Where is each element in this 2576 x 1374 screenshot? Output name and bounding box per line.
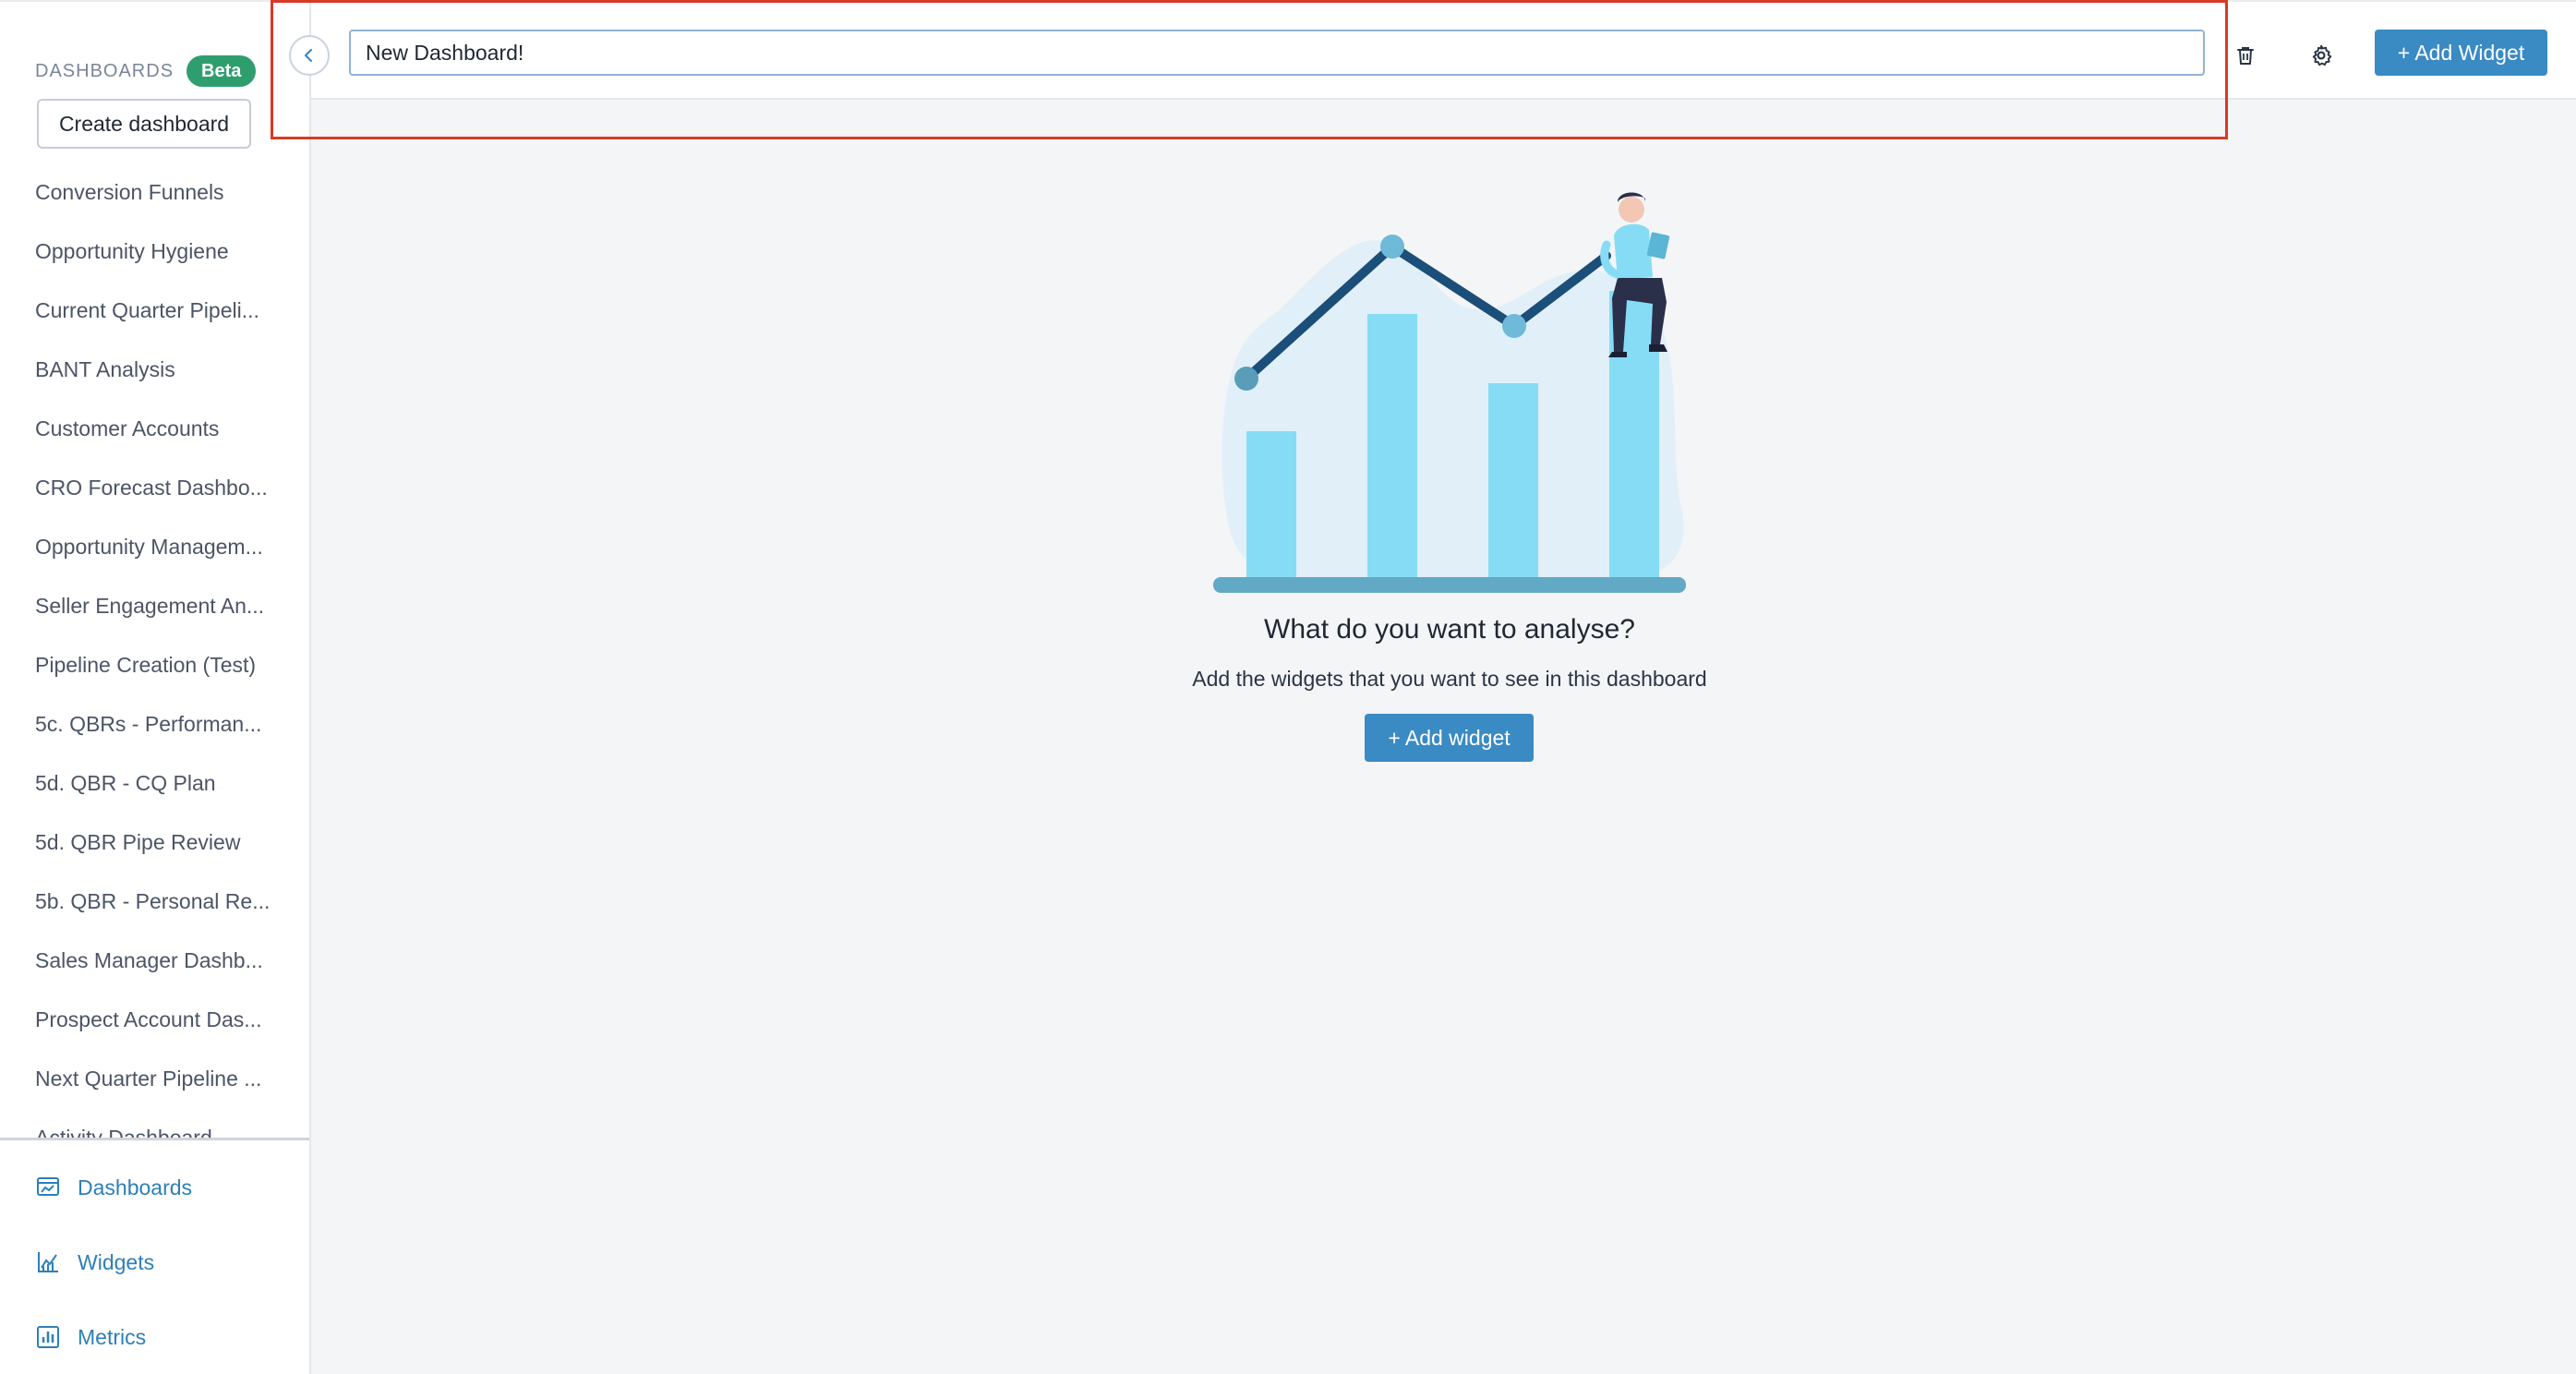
dashboard-list-item[interactable]: Opportunity Managem... [0, 517, 309, 576]
dashboard-list-item[interactable]: 5b. QBR - Personal Re... [0, 872, 309, 931]
trash-icon [2237, 47, 2254, 65]
dashboard-list-item[interactable]: Pipeline Creation (Test) [0, 635, 309, 694]
create-dashboard-button[interactable]: Create dashboard [37, 99, 251, 149]
empty-dashboard-illustration [1213, 192, 1686, 593]
dashboard-list-item[interactable]: Seller Engagement An... [0, 576, 309, 635]
delete-dashboard-button[interactable] [2225, 35, 2266, 76]
sidebar-header: DASHBOARDS Beta [35, 55, 257, 87]
nav-widgets[interactable]: Widgets [35, 1249, 154, 1275]
dashboard-settings-button[interactable] [2301, 35, 2341, 76]
gear-icon [2312, 44, 2332, 66]
collapse-sidebar-button[interactable] [289, 35, 330, 76]
app-root: DASHBOARDS Beta Create dashboard Convers… [0, 0, 2576, 1374]
chevron-left-icon [304, 48, 313, 63]
dashboard-list-item[interactable]: Customer Accounts [0, 399, 309, 458]
nav-metrics-label: Metrics [78, 1324, 147, 1349]
empty-state-subtitle: Add the widgets that you want to see in … [1192, 667, 1707, 691]
dashboard-list-item[interactable]: 5d. QBR - CQ Plan [0, 753, 309, 813]
nav-widgets-label: Widgets [78, 1249, 155, 1274]
beta-badge: Beta [187, 55, 257, 87]
dashboard-list-item[interactable]: 5c. QBRs - Performan... [0, 694, 309, 753]
line-chart-icon [38, 1252, 58, 1272]
dashboard-list-item[interactable]: BANT Analysis [0, 340, 309, 399]
sidebar: DASHBOARDS Beta Create dashboard Convers… [0, 0, 311, 1374]
dashboard-list-item[interactable]: Opportunity Hygiene [0, 222, 309, 281]
dashboard-list-item[interactable]: Sales Manager Dashb... [0, 931, 309, 990]
add-widget-empty-button[interactable]: + Add widget [1365, 714, 1534, 762]
dashboard-list-item[interactable]: Conversion Funnels [0, 163, 309, 222]
dashboard-list-item[interactable]: Prospect Account Das... [0, 990, 309, 1049]
dashboard-list-item[interactable]: Activity Dashboard [0, 1108, 309, 1138]
sidebar-title: DASHBOARDS [35, 60, 175, 81]
sidebar-top-border [0, 0, 309, 6]
dashboard-icon [37, 1177, 59, 1196]
dashboard-list-item[interactable]: Current Quarter Pipeli... [0, 281, 309, 340]
dashboard-list-item[interactable]: 5d. QBR Pipe Review [0, 813, 309, 872]
dashboard-list-item[interactable]: Next Quarter Pipeline ... [0, 1049, 309, 1108]
dashboard-list-item[interactable]: CRO Forecast Dashbo... [0, 458, 309, 517]
nav-metrics[interactable]: Metrics [35, 1324, 146, 1350]
empty-state-title: What do you want to analyse? [1264, 614, 1635, 645]
nav-dashboards-label: Dashboards [78, 1175, 193, 1199]
add-widget-button[interactable]: + Add Widget [2375, 30, 2547, 76]
dashboard-list: Conversion Funnels Opportunity Hygiene C… [0, 163, 309, 1138]
sidebar-divider [0, 1138, 309, 1140]
bar-chart-icon [37, 1326, 59, 1348]
nav-dashboards[interactable]: Dashboards [35, 1175, 192, 1200]
dashboard-title-input[interactable] [349, 30, 2205, 76]
